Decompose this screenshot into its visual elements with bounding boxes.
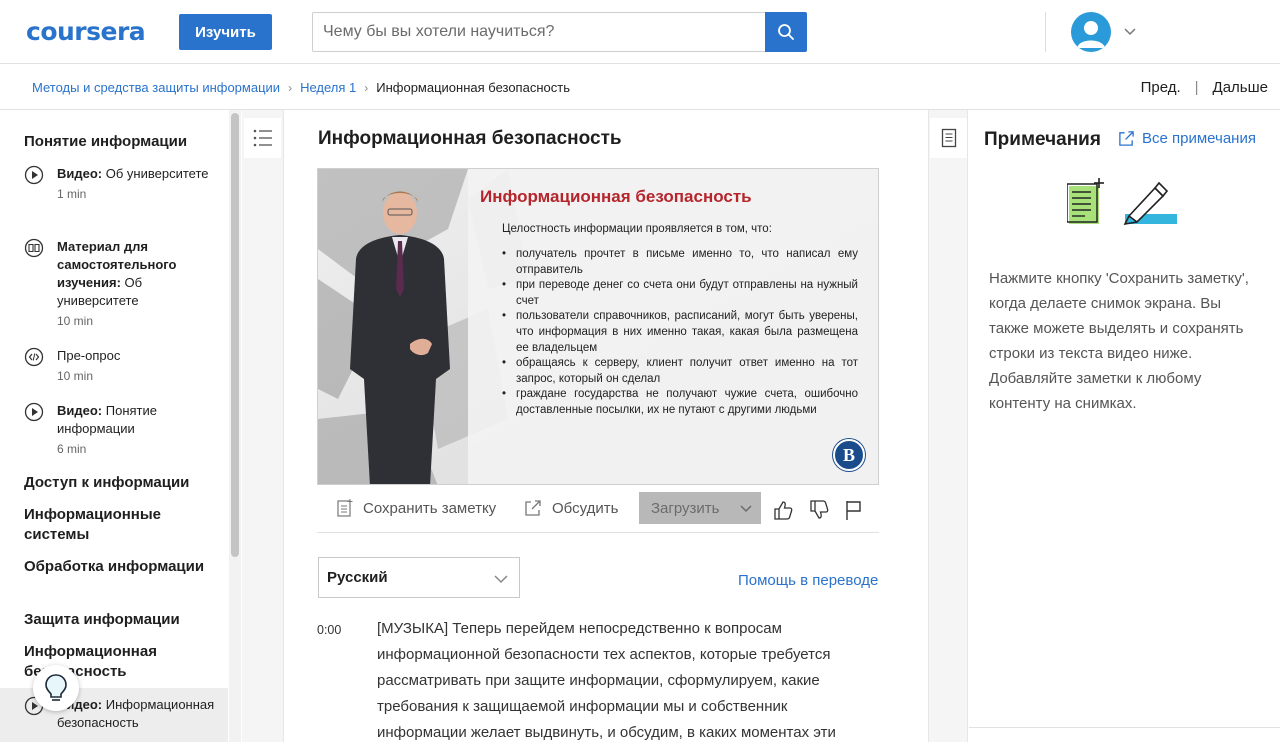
top-bar: coursera Изучить	[0, 0, 1280, 64]
chevron-down-icon	[740, 505, 752, 513]
breadcrumb-course-link[interactable]: Методы и средства защиты информации	[32, 80, 280, 95]
sidebar-section-title[interactable]: Обработка информации	[24, 557, 214, 577]
download-dropdown[interactable]: Загрузить	[639, 492, 761, 524]
lightbulb-button[interactable]	[33, 665, 79, 711]
breadcrumb: Методы и средства защиты информации › Не…	[32, 80, 570, 95]
notes-bottom-divider	[969, 727, 1280, 728]
slide-intro: Целостность информации проявляется в том…	[502, 223, 772, 235]
breadcrumb-bar: Методы и средства защиты информации › Не…	[0, 64, 1280, 110]
sidebar-item-type: Видео:	[57, 403, 103, 418]
discuss-button[interactable]: Обсудить	[524, 491, 618, 525]
next-link[interactable]: Дальше	[1213, 79, 1268, 96]
thumbs-up-icon[interactable]	[772, 499, 794, 521]
notes-toggle-button[interactable]	[930, 118, 967, 158]
note-add-icon	[337, 499, 353, 517]
prev-next-nav: Пред. | Дальше	[1141, 79, 1268, 96]
header-divider	[1045, 12, 1046, 52]
video-actions-bar: Сохранить заметку Обсудить Загрузить	[317, 491, 879, 533]
coursera-logo[interactable]: coursera	[26, 17, 146, 46]
download-label: Загрузить	[651, 499, 720, 517]
code-icon	[24, 347, 44, 367]
lesson-title: Информационная безопасность	[318, 128, 622, 149]
slide-bullet: обращаясь к серверу, клиент получит отве…	[502, 356, 858, 387]
transcript-text[interactable]: [МУЗЫКА] Теперь перейдем непосредственно…	[377, 616, 857, 742]
thumbs-down-icon[interactable]	[808, 499, 830, 521]
notes-illustration-icon	[1067, 178, 1177, 226]
notes-instructions: Нажмите кнопку 'Сохранить заметку', когд…	[989, 270, 1249, 412]
toc-toggle-button[interactable]	[244, 118, 281, 158]
hse-logo: В	[833, 439, 865, 471]
sidebar-scrollbar-thumb[interactable]	[231, 113, 239, 557]
chevron-down-icon	[494, 575, 508, 584]
breadcrumb-current: Информационная безопасность	[376, 80, 570, 95]
play-icon	[24, 402, 44, 422]
sidebar-item-type: Видео:	[57, 166, 103, 181]
chevron-down-icon[interactable]	[1123, 24, 1137, 38]
play-icon	[24, 165, 44, 185]
sidebar-item-label: Об университете	[105, 166, 209, 181]
save-note-button[interactable]: Сохранить заметку	[337, 491, 496, 525]
lightbulb-icon	[45, 674, 67, 701]
slide-bullet: при переводе денег со счета они будут от…	[502, 278, 858, 309]
breadcrumb-week-link[interactable]: Неделя 1	[300, 80, 356, 95]
right-gutter	[928, 110, 968, 742]
sidebar-item-type: Материал для самостоятельного изучения:	[57, 239, 177, 290]
book-icon	[24, 238, 44, 258]
sidebar-section-title[interactable]: Понятие информации	[24, 132, 214, 152]
all-notes-label: Все примечания	[1142, 130, 1256, 147]
flag-icon[interactable]	[843, 499, 865, 521]
notes-panel: Примечания Все примечания Нажмите кнопку…	[969, 110, 1280, 742]
search-input[interactable]	[313, 13, 765, 51]
slide-bullet-list: получатель прочтет в письме именно то, ч…	[502, 247, 858, 419]
slide-bullet: пользователи справочников, расписаний, м…	[502, 309, 858, 356]
discuss-label: Обсудить	[552, 499, 619, 517]
external-link-icon	[525, 500, 541, 516]
sidebar-item-duration: 1 min	[57, 187, 87, 201]
all-notes-link[interactable]: Все примечания	[1118, 130, 1256, 147]
sidebar-section-title[interactable]: Защита информации	[24, 610, 214, 630]
nav-separator: |	[1194, 79, 1199, 96]
sidebar-section-title[interactable]: Информационные системы	[24, 505, 214, 545]
chevron-right-icon: ›	[288, 80, 293, 95]
chevron-right-icon: ›	[364, 80, 369, 95]
language-value: Русский	[327, 569, 388, 586]
user-avatar-icon[interactable]	[1071, 12, 1111, 52]
slide-title: Информационная безопасность	[480, 187, 752, 206]
transcript-timestamp[interactable]: 0:00	[317, 623, 341, 637]
transcript-language-select[interactable]: Русский	[318, 557, 520, 598]
sidebar-item-duration: 10 min	[57, 314, 94, 328]
sidebar-item-label: Пре-опрос	[57, 348, 121, 363]
sidebar-section-title[interactable]: Доступ к информации	[24, 473, 214, 493]
save-note-label: Сохранить заметку	[363, 499, 497, 517]
external-link-icon	[1119, 131, 1134, 146]
sidebar-item-duration: 10 min	[57, 369, 94, 383]
search-box	[312, 12, 807, 52]
search-icon	[778, 24, 794, 40]
course-sidebar: Понятие информации Видео: Об университет…	[0, 110, 228, 742]
video-player[interactable]: Информационная безопасность Целостность …	[317, 168, 879, 485]
list-icon	[253, 129, 272, 147]
left-gutter	[242, 110, 284, 742]
search-button[interactable]	[765, 12, 807, 52]
notes-title: Примечания	[984, 129, 1101, 150]
sidebar-item-duration: 6 min	[57, 442, 87, 456]
help-translate-link[interactable]: Помощь в переводе	[738, 572, 878, 589]
slide-bullet: получатель прочтет в письме именно то, ч…	[502, 247, 858, 278]
prev-link[interactable]: Пред.	[1141, 79, 1181, 96]
slide-bullet: граждане государства не получают чужие с…	[502, 387, 858, 418]
notes-icon	[941, 128, 956, 148]
explore-button[interactable]: Изучить	[179, 14, 272, 50]
